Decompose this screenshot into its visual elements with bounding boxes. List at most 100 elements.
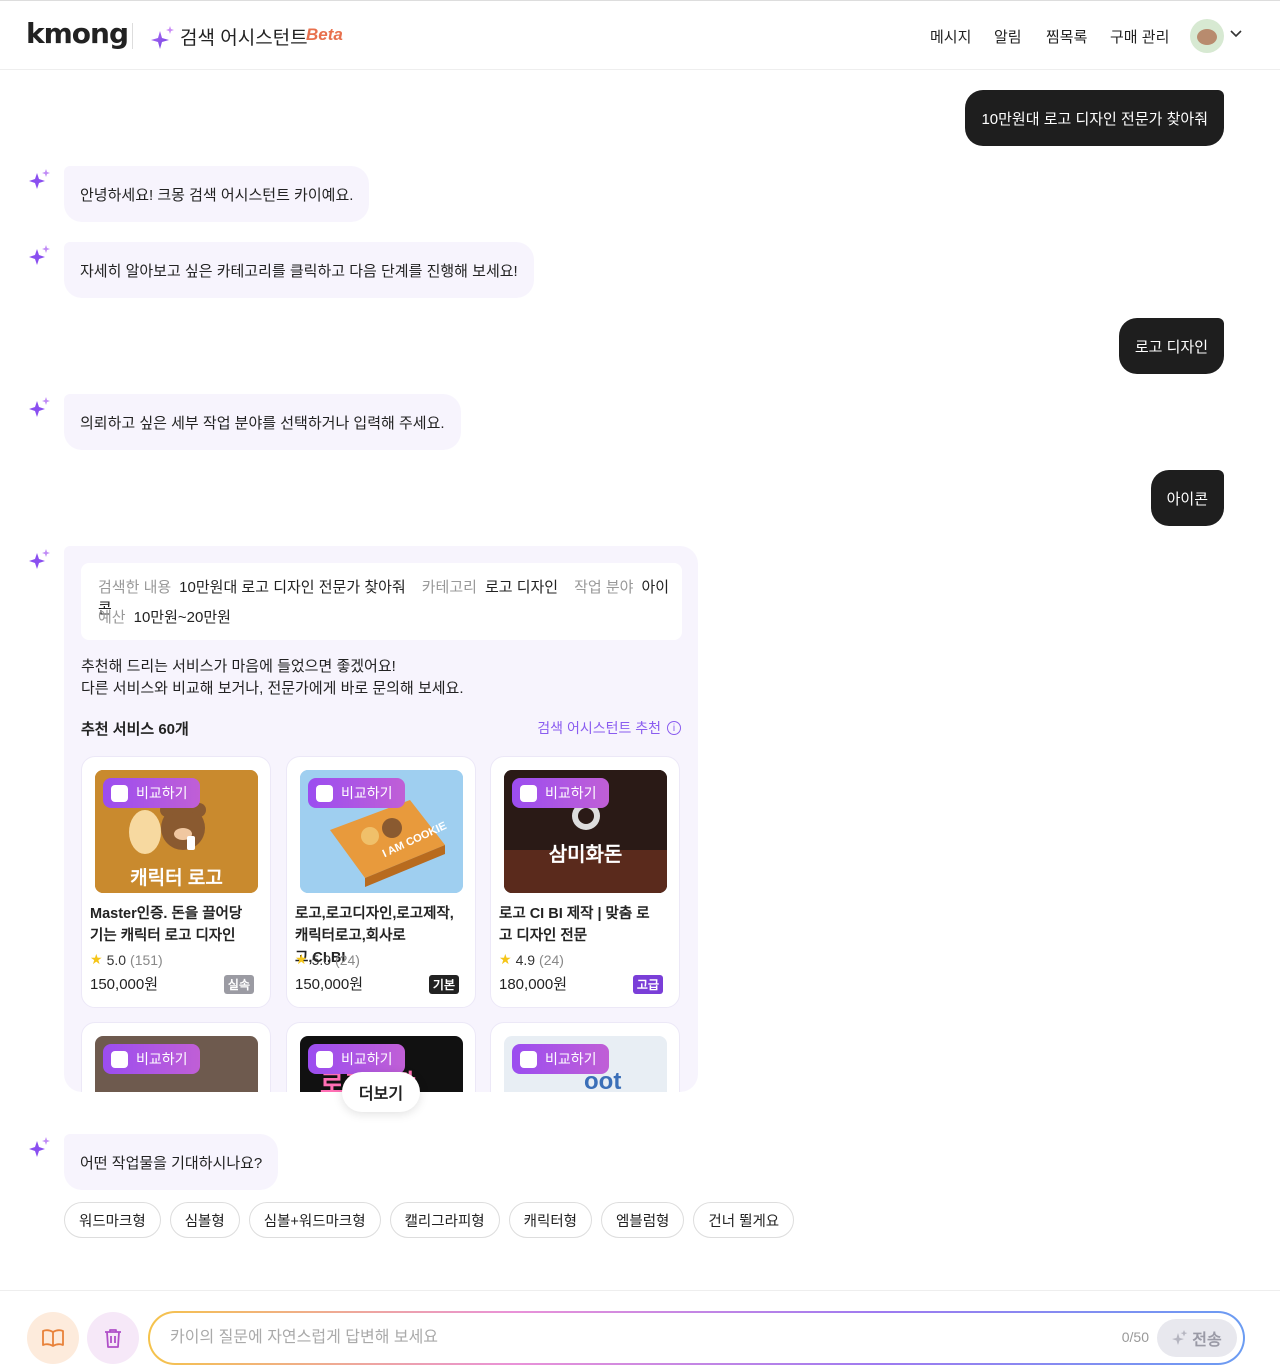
thumbnail-text: 캐릭터 로고	[130, 868, 223, 889]
chip-skip[interactable]: 건너 뛸게요	[693, 1202, 795, 1238]
star-icon: ★	[295, 951, 308, 967]
compare-label: 비교하기	[136, 1051, 188, 1067]
chevron-down-icon[interactable]	[1228, 25, 1244, 41]
chip-symbol-wordmark[interactable]: 심볼+워드마크형	[248, 1202, 381, 1238]
star-icon: ★	[499, 951, 512, 967]
info-icon[interactable]: i	[667, 721, 681, 735]
compare-label: 비교하기	[545, 785, 597, 801]
book-icon	[42, 1329, 64, 1347]
nav-messages[interactable]: 메시지	[930, 26, 971, 47]
search-summary: 검색한 내용 10만원대 로고 디자인 전문가 찾아줘 카테고리 로고 디자인 작업 분…	[81, 563, 682, 640]
nav-alerts[interactable]: 알림	[994, 26, 1022, 47]
product-card[interactable]: oot 비교하기	[490, 1022, 680, 1092]
product-card[interactable]: 삼미화돈 비교하기 로고 CI BI 제작 | 맞춤 로고 디자인 전문 ★ 4.…	[490, 756, 680, 1008]
chip-symbol[interactable]: 심볼형	[169, 1202, 240, 1238]
compare-label: 비교하기	[341, 1051, 393, 1067]
compare-button[interactable]: 비교하기	[103, 778, 200, 808]
product-rating: ★ 5.0 (24)	[295, 951, 360, 968]
product-rating: ★ 4.9 (24)	[499, 951, 564, 968]
sparkle-icon	[29, 549, 50, 569]
kmong-logo[interactable]: kmong	[26, 17, 129, 50]
product-price: 150,000원	[295, 976, 364, 993]
review-count: (24)	[539, 951, 564, 968]
chat-input[interactable]	[170, 1325, 1070, 1351]
summary-value: 10만원~20만원	[133, 609, 231, 626]
sparkle-icon	[29, 169, 50, 189]
compare-label: 비교하기	[341, 785, 393, 801]
nav-wishlist[interactable]: 찜목록	[1046, 26, 1087, 47]
summary-label: 카테고리	[421, 579, 477, 596]
recommend-info-link[interactable]: 검색 어시스턴트 추천 i	[537, 718, 681, 738]
compare-checkbox[interactable]	[316, 784, 333, 802]
compare-checkbox[interactable]	[520, 784, 537, 802]
recommend-line: 추천해 드리는 서비스가 마음에 들었으면 좋겠어요!	[81, 658, 396, 675]
sparkle-icon	[29, 397, 50, 417]
summary-label: 작업 분야	[574, 579, 634, 596]
product-card[interactable]: 캐릭터 로고 비교하기 Master인증. 돈을 끌어당기는 캐릭터 로고 디자…	[81, 756, 271, 1008]
recommend-line: 다른 서비스와 비교해 보거나, 전문가에게 바로 문의해 보세요.	[81, 680, 464, 697]
nav-purchases[interactable]: 구매 관리	[1110, 26, 1169, 47]
product-thumbnail[interactable]: 비교하기	[95, 1036, 258, 1092]
rating-value: 5.0	[311, 951, 332, 968]
beta-badge: Beta	[306, 25, 343, 44]
tier-badge: 기본	[428, 975, 459, 994]
recommend-link-label: 검색 어시스턴트 추천	[537, 720, 661, 736]
product-thumbnail[interactable]: 삼미화돈 비교하기	[504, 770, 667, 893]
chip-calligraphy[interactable]: 캘리그라피형	[389, 1202, 500, 1238]
product-card[interactable]: 비교하기	[81, 1022, 271, 1092]
review-count: (24)	[335, 951, 360, 968]
compare-button[interactable]: 비교하기	[103, 1044, 200, 1074]
trash-icon	[105, 1329, 121, 1348]
compare-button[interactable]: 비교하기	[308, 1044, 405, 1074]
compare-checkbox[interactable]	[316, 1050, 333, 1068]
assistant-message: 자세히 알아보고 싶은 카테고리를 클릭하고 다음 단계를 진행해 보세요!	[64, 242, 534, 298]
compare-button[interactable]: 비교하기	[512, 778, 609, 808]
rating-value: 5.0	[106, 951, 127, 968]
sparkle-icon	[29, 245, 50, 265]
send-label: 전송	[1192, 1332, 1222, 1349]
summary-value: 10만원대 로고 디자인 전문가 찾아줘	[179, 579, 406, 596]
sparkle-icon	[1172, 1330, 1188, 1345]
product-title[interactable]: 로고 CI BI 제작 | 맞춤 로고 디자인 전문	[499, 903, 659, 947]
send-button[interactable]: 전송	[1157, 1319, 1237, 1357]
compare-checkbox[interactable]	[111, 784, 128, 802]
char-counter: 0/50	[1121, 1329, 1149, 1345]
assistant-message: 안녕하세요! 크몽 검색 어시스턴트 카이예요.	[64, 166, 370, 222]
chip-wordmark[interactable]: 워드마크형	[64, 1202, 161, 1238]
book-button[interactable]	[27, 1312, 79, 1364]
compare-checkbox[interactable]	[111, 1050, 128, 1068]
product-thumbnail[interactable]: oot 비교하기	[504, 1036, 667, 1092]
product-card[interactable]: I AM COOKIE 비교하기 로고,로고디자인,로고제작,캐릭터로고,회사로…	[286, 756, 476, 1008]
assistant-message: 어떤 작업물을 기대하시나요?	[64, 1134, 279, 1190]
rating-value: 4.9	[515, 951, 536, 968]
header-divider	[132, 23, 133, 49]
product-thumbnail[interactable]: 캐릭터 로고 비교하기	[95, 770, 258, 893]
product-title[interactable]: Master인증. 돈을 끌어당기는 캐릭터 로고 디자인	[90, 903, 250, 947]
compare-label: 비교하기	[545, 1051, 597, 1067]
thumbnail-text: 삼미화돈	[548, 844, 623, 866]
recommendation-card: 검색한 내용 10만원대 로고 디자인 전문가 찾아줘 카테고리 로고 디자인 작업 분…	[64, 546, 698, 1092]
product-price: 150,000원	[90, 976, 159, 993]
compare-button[interactable]: 비교하기	[512, 1044, 609, 1074]
product-thumbnail[interactable]: I AM COOKIE 비교하기	[300, 770, 463, 893]
review-count: (151)	[130, 951, 163, 968]
avatar[interactable]	[1190, 19, 1224, 53]
summary-label: 예산	[98, 609, 126, 626]
tier-badge: 고급	[632, 975, 663, 994]
tier-badge: 실속	[223, 975, 254, 994]
chip-emblem[interactable]: 엠블럼형	[601, 1202, 685, 1238]
product-price: 180,000원	[499, 976, 568, 993]
star-icon: ★	[90, 951, 103, 967]
answer-chips: 워드마크형 심볼형 심볼+워드마크형 캘리그라피형 캐릭터형 엠블럼형 건너 뛸…	[64, 1202, 795, 1238]
recommend-title: 추천 서비스 60개	[81, 721, 189, 738]
product-rating: ★ 5.0 (151)	[90, 951, 163, 968]
compare-checkbox[interactable]	[520, 1050, 537, 1068]
chat-input-wrapper: 0/50 전송	[148, 1311, 1245, 1365]
delete-button[interactable]	[87, 1312, 139, 1364]
more-button[interactable]: 더보기	[342, 1072, 420, 1112]
recommend-text: 추천해 드리는 서비스가 마음에 들었으면 좋겠어요! 다른 서비스와 비교해 …	[81, 656, 464, 700]
sparkle-icon	[151, 26, 174, 49]
compare-button[interactable]: 비교하기	[308, 778, 405, 808]
chip-character[interactable]: 캐릭터형	[508, 1202, 593, 1238]
assistant-message: 의뢰하고 싶은 세부 작업 분야를 선택하거나 입력해 주세요.	[64, 394, 461, 450]
